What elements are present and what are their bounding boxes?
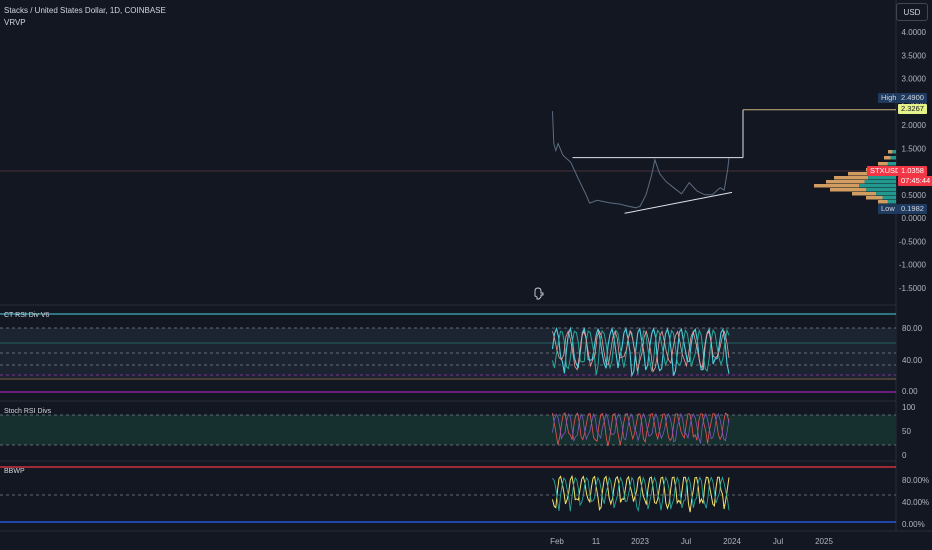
vp-bar-down bbox=[878, 200, 888, 204]
price-tick: 4.0000 bbox=[902, 28, 927, 37]
vp-bar-up bbox=[890, 156, 896, 160]
time-tick: 2024 bbox=[723, 537, 741, 546]
chart-canvas[interactable]: 4.00003.50003.00002.50002.00001.50000.50… bbox=[0, 0, 932, 550]
countdown-tag: 07:45:44 bbox=[898, 176, 932, 186]
vp-bar-up bbox=[868, 176, 896, 180]
time-tick: Jul bbox=[773, 537, 783, 546]
currency-button[interactable]: USD bbox=[896, 3, 928, 21]
stoch-pane-title[interactable]: Stoch RSI Divs bbox=[4, 408, 51, 415]
vp-bar-up bbox=[876, 192, 896, 196]
vp-bar-down bbox=[834, 176, 869, 180]
vp-bar-down bbox=[830, 188, 867, 192]
price-tick: 0.5000 bbox=[902, 191, 927, 200]
bbwp-pane-title[interactable]: BBWP bbox=[4, 468, 25, 475]
vp-bar-down bbox=[878, 162, 888, 166]
low-value: 0.1982 bbox=[898, 204, 927, 214]
price-tick: 3.0000 bbox=[902, 75, 927, 84]
time-tick: 2025 bbox=[815, 537, 833, 546]
vp-bar-down bbox=[814, 184, 860, 188]
high-label: High bbox=[878, 93, 900, 103]
vp-bar-up bbox=[866, 188, 896, 192]
time-tick: 11 bbox=[592, 537, 601, 546]
price-tick: -0.5000 bbox=[899, 237, 927, 246]
price-tick: -1.0000 bbox=[899, 261, 927, 270]
bbwp-tick: 80.00% bbox=[902, 476, 929, 485]
vp-bar-up bbox=[882, 196, 896, 200]
vp-bar-down bbox=[852, 192, 877, 196]
current-price-tag: 1.0358 bbox=[898, 166, 927, 176]
vp-bar-up bbox=[887, 200, 896, 204]
stoch-tick: 50 bbox=[902, 427, 911, 436]
rsi-pane-title[interactable]: CT RSI Div V6 bbox=[4, 312, 49, 319]
price-tick: 3.5000 bbox=[902, 51, 927, 60]
vp-bar-up bbox=[887, 162, 896, 166]
vp-bar-down bbox=[826, 180, 865, 184]
price-tick: -1.5000 bbox=[899, 284, 927, 293]
vp-bar-up bbox=[864, 180, 896, 184]
price-tick: 0.0000 bbox=[902, 214, 927, 223]
low-label: Low bbox=[878, 204, 898, 214]
target-price-tag: 2.3267 bbox=[898, 104, 927, 114]
bbwp-tick: 0.00% bbox=[902, 520, 925, 529]
stoch-tick: 100 bbox=[902, 403, 916, 412]
time-tick: Feb bbox=[550, 537, 564, 546]
price-tick: 1.5000 bbox=[902, 144, 927, 153]
bbwp-tick: 40.00% bbox=[902, 498, 929, 507]
rsi-tick: 80.00 bbox=[902, 324, 923, 333]
price-tick: 2.0000 bbox=[902, 121, 927, 130]
rsi-tick: 0.00 bbox=[902, 387, 918, 396]
vp-bar-down bbox=[888, 150, 893, 154]
chart-title: Stacks / United States Dollar, 1D, COINB… bbox=[4, 6, 166, 15]
vp-bar-down bbox=[884, 156, 891, 160]
time-tick: Jul bbox=[681, 537, 691, 546]
stoch-tick: 0 bbox=[902, 451, 907, 460]
vp-bar-up bbox=[892, 150, 896, 154]
rsi-tick: 40.00 bbox=[902, 356, 923, 365]
indicator-vrvp[interactable]: VRVP bbox=[4, 18, 26, 27]
high-value: 2.4900 bbox=[898, 93, 927, 103]
time-tick: 2023 bbox=[631, 537, 649, 546]
vp-bar-up bbox=[859, 184, 896, 188]
vp-bar-down bbox=[866, 196, 883, 200]
